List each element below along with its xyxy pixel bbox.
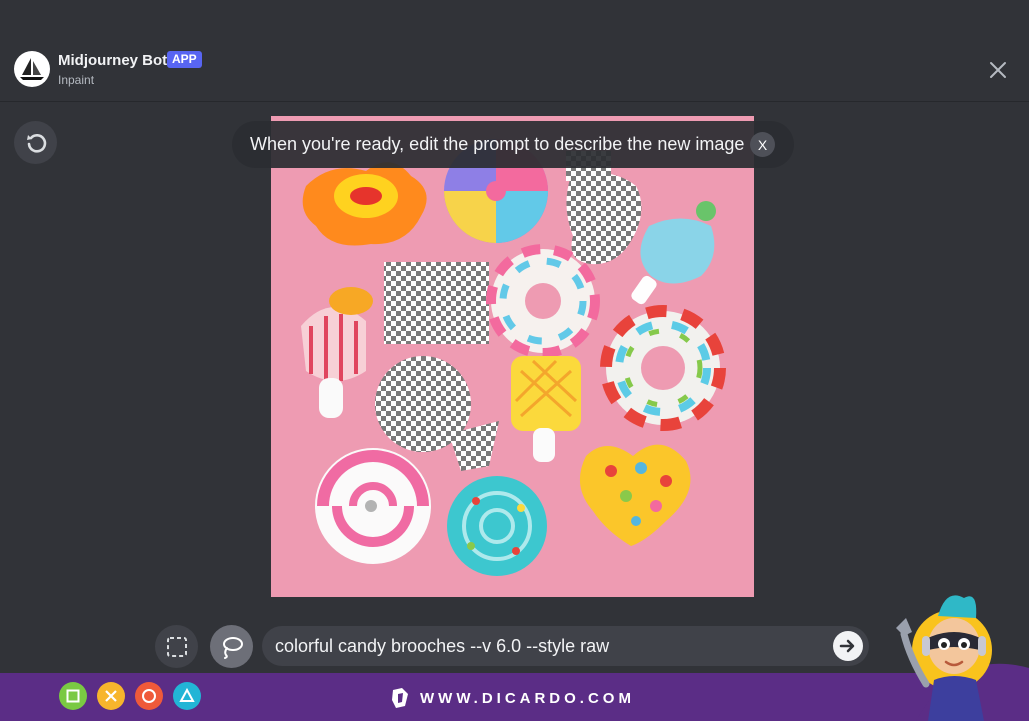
candy-heart	[579, 444, 691, 546]
sailboat-icon	[20, 58, 44, 80]
candy-figure	[640, 218, 715, 284]
mascot-icon	[896, 595, 1029, 721]
arrow-right-icon	[839, 639, 855, 653]
rectangle-select-icon	[166, 636, 187, 657]
inpaint-mask-skull	[566, 172, 642, 265]
circle-icon	[142, 689, 156, 703]
brand-text: WWW.DICARDO.COM	[420, 689, 635, 707]
lasso-select-button[interactable]	[210, 625, 253, 668]
brand: WWW.DICARDO.COM	[390, 684, 635, 712]
hint-text: When you're ready, edit the prompt to de…	[250, 134, 745, 154]
mascot-illustration	[886, 588, 1029, 721]
prompt-box	[262, 626, 869, 666]
hint-tooltip: When you're ready, edit the prompt to de…	[232, 121, 794, 168]
square-button	[59, 682, 87, 710]
app-badge: APP	[167, 51, 202, 68]
undo-button[interactable]	[14, 121, 57, 164]
close-button[interactable]	[984, 56, 1012, 84]
cross-icon	[105, 690, 117, 702]
inpaint-canvas[interactable]	[271, 116, 754, 597]
square-icon	[66, 689, 80, 703]
prompt-input[interactable]	[275, 626, 825, 666]
inpaint-mask-block	[384, 262, 489, 344]
bot-name: Midjourney Bot	[58, 52, 168, 69]
hint-close-button[interactable]: X	[750, 132, 775, 157]
triangle-button	[173, 682, 201, 710]
rectangle-select-button[interactable]	[155, 625, 198, 668]
cross-button	[97, 682, 125, 710]
submit-button[interactable]	[833, 631, 863, 661]
bot-avatar	[14, 51, 50, 87]
triangle-icon	[179, 688, 195, 702]
undo-icon	[26, 133, 46, 153]
modal-subtitle: Inpaint	[58, 73, 95, 87]
candy-image	[301, 139, 726, 576]
circle-button	[135, 682, 163, 710]
dicardo-logo-icon	[392, 688, 408, 708]
modal-header: Midjourney Bot APP Inpaint	[0, 0, 1029, 102]
lasso-select-icon	[222, 636, 243, 659]
close-icon	[990, 62, 1006, 78]
